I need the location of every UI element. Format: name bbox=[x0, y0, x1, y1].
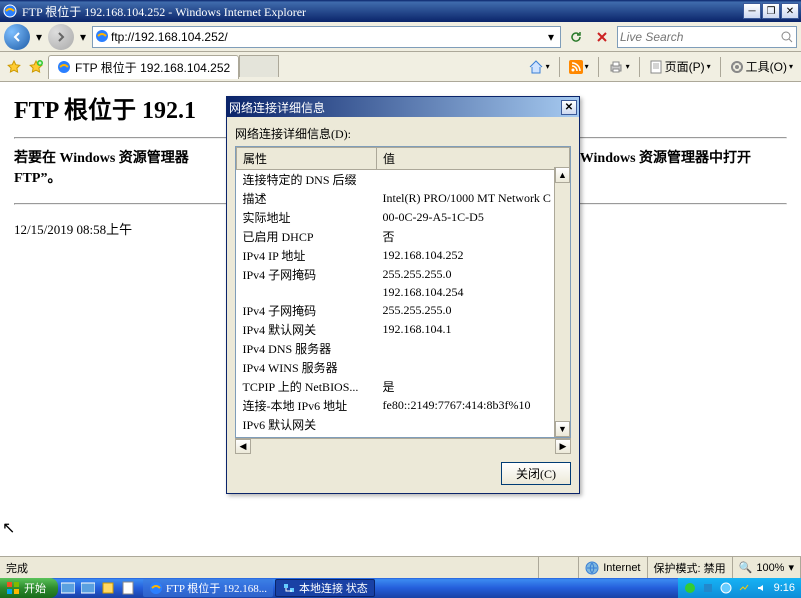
table-row[interactable]: IPv6 DNS 服务器fec0:0:0:ffff::1%1 bbox=[237, 434, 570, 438]
back-button[interactable] bbox=[4, 24, 30, 50]
status-done: 完成 bbox=[0, 557, 539, 578]
scroll-up-button[interactable]: ▲ bbox=[555, 167, 570, 183]
quick-launch-1[interactable] bbox=[58, 579, 78, 597]
stop-button[interactable] bbox=[591, 26, 613, 48]
zoom-icon: 🔍 bbox=[739, 561, 753, 574]
tray-volume-icon[interactable] bbox=[756, 582, 768, 594]
page-menu-button[interactable]: 页面(P) ▾ bbox=[645, 56, 715, 77]
page-menu-label: 页面(P) bbox=[665, 58, 705, 75]
horizontal-scrollbar[interactable]: ◀ ▶ bbox=[235, 438, 571, 454]
table-row[interactable]: IPv4 默认网关192.168.104.1 bbox=[237, 320, 570, 339]
status-protected: 保护模式: 禁用 bbox=[648, 557, 733, 578]
dialog-table-container: 属性 值 连接特定的 DNS 后缀描述Intel(R) PRO/1000 MT … bbox=[235, 146, 571, 438]
quick-launch-4[interactable] bbox=[118, 579, 138, 597]
system-tray: 9:16 bbox=[678, 578, 801, 598]
start-label: 开始 bbox=[24, 580, 46, 596]
refresh-button[interactable] bbox=[565, 26, 587, 48]
tools-menu-label: 工具(O) bbox=[746, 58, 787, 75]
table-row[interactable]: IPv4 子网掩码255.255.255.0 bbox=[237, 265, 570, 284]
col-property[interactable]: 属性 bbox=[237, 148, 377, 170]
table-row[interactable]: IPv4 子网掩码255.255.255.0 bbox=[237, 301, 570, 320]
network-details-dialog: 网络连接详细信息 ✕ 网络连接详细信息(D): 属性 值 连接特定的 DNS 后… bbox=[226, 96, 580, 494]
table-row[interactable]: 已启用 DHCP否 bbox=[237, 227, 570, 246]
scroll-down-button[interactable]: ▼ bbox=[555, 421, 570, 437]
table-row[interactable]: 描述Intel(R) PRO/1000 MT Network C bbox=[237, 189, 570, 208]
internet-icon bbox=[585, 561, 599, 575]
scroll-right-button[interactable]: ▶ bbox=[555, 439, 571, 454]
new-tab-button[interactable] bbox=[239, 55, 279, 77]
table-row[interactable]: IPv4 WINS 服务器 bbox=[237, 358, 570, 377]
dialog-label: 网络连接详细信息(D): bbox=[235, 125, 571, 142]
tray-icon-3[interactable] bbox=[720, 582, 732, 594]
network-details-table: 属性 值 连接特定的 DNS 后缀描述Intel(R) PRO/1000 MT … bbox=[236, 147, 570, 438]
table-row[interactable]: IPv4 IP 地址192.168.104.252 bbox=[237, 246, 570, 265]
search-input[interactable] bbox=[620, 30, 780, 44]
forward-button[interactable] bbox=[48, 24, 74, 50]
dialog-close-button[interactable]: ✕ bbox=[561, 100, 577, 115]
taskbar-item-ie[interactable]: FTP 根位于 192.168... bbox=[143, 579, 273, 597]
ie-page-icon bbox=[95, 29, 111, 45]
dialog-titlebar[interactable]: 网络连接详细信息 ✕ bbox=[227, 97, 579, 117]
status-zoom[interactable]: 🔍 100% ▾ bbox=[733, 557, 801, 578]
table-row[interactable]: 192.168.104.254 bbox=[237, 284, 570, 301]
quick-launch-3[interactable] bbox=[98, 579, 118, 597]
favorites-button[interactable] bbox=[4, 57, 24, 77]
taskbar: 开始 FTP 根位于 192.168... 本地连接 状态 9:16 bbox=[0, 578, 801, 598]
tab-label: FTP 根位于 192.168.104.252 bbox=[75, 59, 230, 76]
tray-icon-1[interactable] bbox=[684, 582, 696, 594]
window-title: FTP 根位于 192.168.104.252 - Windows Intern… bbox=[22, 3, 306, 20]
search-box[interactable] bbox=[617, 26, 797, 48]
search-icon[interactable] bbox=[780, 30, 794, 44]
close-button[interactable]: ✕ bbox=[781, 3, 799, 19]
address-dropdown[interactable]: ▾ bbox=[544, 30, 558, 44]
add-favorite-button[interactable] bbox=[26, 57, 46, 77]
status-internet: Internet bbox=[579, 557, 647, 578]
minimize-button[interactable]: ─ bbox=[743, 3, 761, 19]
tray-icon-4[interactable] bbox=[738, 582, 750, 594]
print-button[interactable]: ▾ bbox=[604, 57, 634, 77]
status-empty1 bbox=[539, 557, 579, 578]
back-dropdown[interactable]: ▾ bbox=[34, 30, 44, 44]
dialog-close-btn[interactable]: 关闭(C) bbox=[501, 462, 571, 485]
table-row[interactable]: 连接-本地 IPv6 地址fe80::2149:7767:414:8b3f%10 bbox=[237, 396, 570, 415]
home-button[interactable]: ▾ bbox=[524, 57, 554, 77]
status-bar: 完成 Internet 保护模式: 禁用 🔍 100% ▾ bbox=[0, 556, 801, 578]
feeds-button[interactable]: ▾ bbox=[565, 58, 593, 76]
scroll-left-button[interactable]: ◀ bbox=[235, 439, 251, 454]
ie-icon bbox=[2, 3, 18, 19]
address-input[interactable] bbox=[111, 30, 544, 44]
ie-tab-icon bbox=[57, 60, 71, 74]
col-value[interactable]: 值 bbox=[377, 148, 570, 170]
table-row[interactable]: 连接特定的 DNS 后缀 bbox=[237, 170, 570, 190]
start-button[interactable]: 开始 bbox=[0, 578, 58, 598]
tab-active[interactable]: FTP 根位于 192.168.104.252 bbox=[48, 55, 239, 79]
maximize-button[interactable]: ❐ bbox=[762, 3, 780, 19]
tools-menu-button[interactable]: 工具(O) ▾ bbox=[726, 56, 797, 77]
table-row[interactable]: 实际地址00-0C-29-A5-1C-D5 bbox=[237, 208, 570, 227]
tray-icon-2[interactable] bbox=[702, 582, 714, 594]
address-bar[interactable]: ▾ bbox=[92, 26, 561, 48]
quick-launch-2[interactable] bbox=[78, 579, 98, 597]
navigation-bar: ▾ ▾ ▾ bbox=[0, 22, 801, 52]
forward-dropdown[interactable]: ▾ bbox=[78, 30, 88, 44]
dialog-title: 网络连接详细信息 bbox=[229, 99, 325, 116]
table-row[interactable]: IPv4 DNS 服务器 bbox=[237, 339, 570, 358]
taskbar-item-network[interactable]: 本地连接 状态 bbox=[275, 579, 375, 597]
tab-bar: FTP 根位于 192.168.104.252 ▾ ▾ ▾ 页面(P) ▾ 工具… bbox=[0, 52, 801, 82]
clock[interactable]: 9:16 bbox=[774, 582, 795, 594]
vertical-scrollbar[interactable]: ▲ ▼ bbox=[554, 167, 570, 437]
table-row[interactable]: TCPIP 上的 NetBIOS...是 bbox=[237, 377, 570, 396]
table-row[interactable]: IPv6 默认网关 bbox=[237, 415, 570, 434]
titlebar: FTP 根位于 192.168.104.252 - Windows Intern… bbox=[0, 0, 801, 22]
